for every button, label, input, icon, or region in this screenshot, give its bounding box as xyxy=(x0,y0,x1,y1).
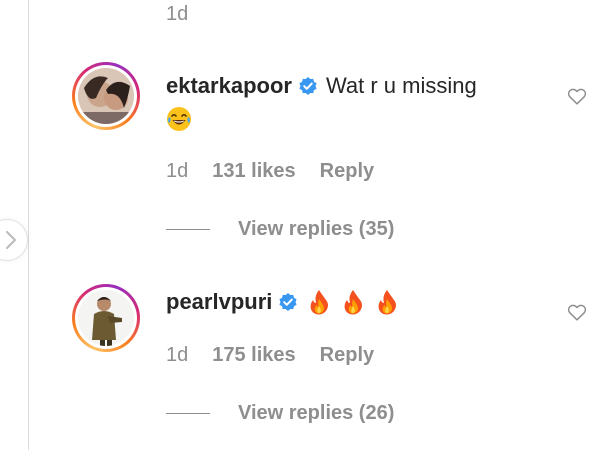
comment-emojis xyxy=(306,289,400,315)
comment-username[interactable]: ektarkapoor xyxy=(166,71,292,101)
avatar[interactable] xyxy=(72,284,140,352)
panel-divider xyxy=(28,0,29,450)
heart-icon[interactable] xyxy=(566,85,588,107)
replies-divider xyxy=(166,229,210,230)
comment-likes[interactable]: 175 likes xyxy=(212,344,295,366)
comment-likes[interactable]: 131 likes xyxy=(212,160,295,182)
verified-badge-icon xyxy=(299,77,317,95)
fire-emoji xyxy=(310,290,329,315)
avatar-photo xyxy=(78,290,134,346)
replies-divider xyxy=(166,413,210,414)
reply-button[interactable]: Reply xyxy=(320,160,374,182)
comment-timestamp: 1d xyxy=(166,344,189,366)
reply-button[interactable]: Reply xyxy=(320,344,374,366)
view-replies-label: View replies (26) xyxy=(238,402,395,424)
verified-badge-icon xyxy=(279,293,297,311)
view-replies-button[interactable]: View replies (26) xyxy=(166,402,394,425)
heart-icon[interactable] xyxy=(566,301,588,323)
previous-post-button[interactable] xyxy=(0,219,28,261)
laughing-tears-emoji xyxy=(167,107,191,131)
comment-text: Wat r u missing xyxy=(325,73,477,98)
avatar[interactable] xyxy=(72,62,140,130)
view-replies-button[interactable]: View replies (35) xyxy=(166,218,394,241)
previous-comment-timestamp: 1d xyxy=(166,3,189,25)
chevron-right-icon xyxy=(5,230,17,250)
fire-emoji xyxy=(378,290,397,315)
view-replies-label: View replies (35) xyxy=(238,218,395,240)
avatar-photo xyxy=(78,68,134,124)
fire-emoji xyxy=(344,290,363,315)
comment-timestamp: 1d xyxy=(166,160,189,182)
comment-username[interactable]: pearlvpuri xyxy=(166,287,272,317)
